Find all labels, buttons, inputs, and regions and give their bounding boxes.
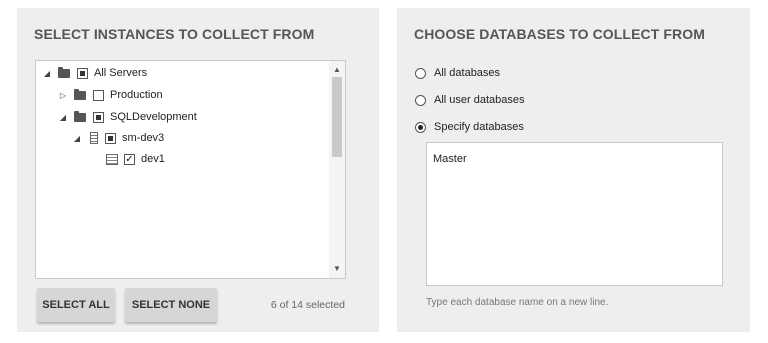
tree-item-sm-dev3[interactable]: ◢ sm-dev3 xyxy=(72,130,164,146)
select-all-button[interactable]: SELECT ALL xyxy=(37,288,115,322)
tree-item-sqldevelopment[interactable]: ◢ SQLDevelopment xyxy=(58,109,197,125)
database-icon xyxy=(106,153,118,165)
tree-item-production[interactable]: ▷ Production xyxy=(58,87,163,103)
expanded-icon[interactable]: ◢ xyxy=(58,113,68,122)
databases-textarea[interactable]: Master xyxy=(426,142,723,286)
folder-icon xyxy=(74,110,86,122)
folder-icon xyxy=(58,66,70,78)
radio-button[interactable] xyxy=(415,67,426,79)
radio-all-databases[interactable]: All databases xyxy=(415,67,500,79)
radio-all-user-databases[interactable]: All user databases xyxy=(415,94,525,106)
instances-panel: SELECT INSTANCES TO COLLECT FROM ◢ All S… xyxy=(17,8,379,332)
radio-specify-databases[interactable]: Specify databases xyxy=(415,121,524,133)
selected-count: 6 of 14 selected xyxy=(270,299,345,311)
sqldevelopment-checkbox[interactable] xyxy=(93,111,104,123)
select-none-button[interactable]: SELECT NONE xyxy=(125,288,217,322)
radio-button[interactable] xyxy=(415,94,426,106)
tree-item-all-servers[interactable]: ◢ All Servers xyxy=(42,65,147,81)
instances-tree[interactable]: ◢ All Servers ▷ Production ◢ SQLDevelopm… xyxy=(35,60,346,279)
tree-item-label: dev1 xyxy=(141,153,165,165)
chevron-down-icon[interactable]: ▼ xyxy=(329,262,345,276)
tree-scrollbar[interactable]: ▲ ▼ xyxy=(329,61,345,278)
collapsed-icon[interactable]: ▷ xyxy=(58,91,68,100)
expanded-icon[interactable]: ◢ xyxy=(42,69,52,78)
dev1-checkbox[interactable] xyxy=(124,153,135,165)
production-checkbox[interactable] xyxy=(93,89,104,101)
server-icon xyxy=(90,132,98,144)
radio-label: Specify databases xyxy=(434,121,524,133)
databases-panel-title: CHOOSE DATABASES TO COLLECT FROM xyxy=(414,26,705,42)
scrollbar-thumb[interactable] xyxy=(332,77,342,157)
tree-item-dev1[interactable]: dev1 xyxy=(106,151,165,167)
tree-item-label: SQLDevelopment xyxy=(110,111,197,123)
instances-panel-title: SELECT INSTANCES TO COLLECT FROM xyxy=(34,26,315,42)
expanded-icon[interactable]: ◢ xyxy=(72,134,82,143)
tree-item-label: sm-dev3 xyxy=(122,132,165,144)
sm-dev3-checkbox[interactable] xyxy=(105,132,116,144)
radio-label: All databases xyxy=(434,67,501,79)
tree-item-label: All Servers xyxy=(94,67,148,79)
all-servers-checkbox[interactable] xyxy=(77,67,88,79)
radio-button[interactable] xyxy=(415,121,426,133)
folder-icon xyxy=(74,88,86,100)
databases-panel: CHOOSE DATABASES TO COLLECT FROM All dat… xyxy=(397,8,750,332)
tree-item-label: Production xyxy=(110,89,163,101)
databases-hint: Type each database name on a new line. xyxy=(426,297,609,308)
radio-label: All user databases xyxy=(434,94,525,106)
chevron-up-icon[interactable]: ▲ xyxy=(329,63,345,77)
